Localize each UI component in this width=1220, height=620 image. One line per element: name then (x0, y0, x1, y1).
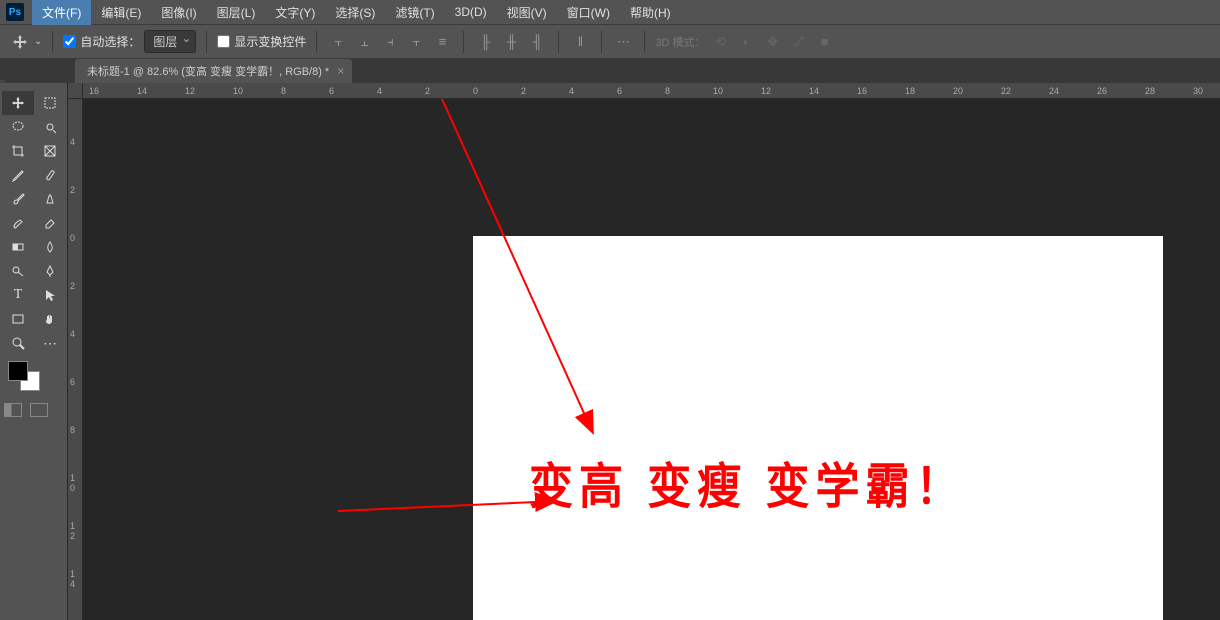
menu-select[interactable]: 选择(S) (325, 0, 385, 25)
roll-3d-icon: ◐ (736, 31, 758, 53)
transform-controls-label: 显示变换控件 (234, 33, 306, 50)
menu-edit[interactable]: 编辑(E) (91, 0, 151, 25)
rectangular-marquee-tool[interactable] (34, 91, 66, 115)
eyedropper-tool[interactable] (2, 163, 34, 187)
align-left-icon[interactable]: ⫟ (327, 31, 349, 53)
horizontal-ruler[interactable]: 161412108642024681012141618202224262830 (83, 83, 1220, 99)
auto-select-checkbox[interactable]: 自动选择： (63, 33, 140, 50)
distribute-middle-icon[interactable]: ╫ (500, 31, 522, 53)
menu-window[interactable]: 窗口(W) (557, 0, 620, 25)
canvas[interactable]: 变高 变瘦 变学霸！ (473, 236, 1163, 620)
slide-3d-icon: ⤢ (788, 31, 810, 53)
gradient-tool[interactable] (2, 235, 34, 259)
tab-bar: 未标题-1 @ 82.6% (变高 变瘦 变学霸！, RGB/8) * × (0, 59, 1220, 83)
type-tool[interactable]: T (2, 283, 34, 307)
lasso-tool[interactable] (2, 115, 34, 139)
align-middle-icon[interactable]: ≡ (431, 31, 453, 53)
blur-tool[interactable] (34, 235, 66, 259)
distribute-h-icon[interactable]: ‖ (569, 31, 591, 53)
auto-select-dropdown[interactable]: 图层 (144, 30, 196, 53)
ruler-corner (68, 83, 83, 99)
screen-mode-icon[interactable] (30, 403, 48, 417)
eraser-tool[interactable] (34, 211, 66, 235)
more-icon[interactable]: ⋯ (612, 31, 634, 53)
zoom-3d-icon: ■ (814, 31, 836, 53)
zoom-tool[interactable] (2, 331, 34, 355)
menu-file[interactable]: 文件(F) (32, 0, 91, 25)
menu-view[interactable]: 视图(V) (497, 0, 557, 25)
vertical-ruler[interactable]: 42024681 01 21 4 (68, 99, 83, 620)
edit-toolbar-icon[interactable]: ⋯ (34, 331, 66, 355)
rectangle-tool[interactable] (2, 307, 34, 331)
distribute-top-icon[interactable]: ╟ (474, 31, 496, 53)
brush-tool[interactable] (2, 187, 34, 211)
pen-tool[interactable] (34, 259, 66, 283)
canvas-area: 161412108642024681012141618202224262830 … (68, 83, 1220, 620)
transform-controls-checkbox[interactable]: 显示变换控件 (217, 33, 306, 50)
orbit-3d-icon: ⟲ (710, 31, 732, 53)
move-tool-icon[interactable] (8, 30, 32, 54)
color-swatches[interactable] (0, 357, 67, 397)
healing-brush-tool[interactable] (34, 163, 66, 187)
app-logo: Ps (6, 3, 24, 21)
document-tab-title: 未标题-1 @ 82.6% (变高 变瘦 变学霸！, RGB/8) * (87, 63, 329, 79)
close-tab-icon[interactable]: × (337, 64, 344, 78)
move-tool[interactable] (2, 91, 34, 115)
quick-mask-icon[interactable] (4, 403, 22, 417)
menu-help[interactable]: 帮助(H) (620, 0, 681, 25)
hand-tool[interactable] (34, 307, 66, 331)
viewport[interactable]: 变高 变瘦 变学霸！ (83, 99, 1220, 620)
dodge-tool[interactable] (2, 259, 34, 283)
align-center-h-icon[interactable]: ⫠ (353, 31, 375, 53)
tool-panel: T ⋯ (0, 83, 68, 620)
menu-image[interactable]: 图像(I) (151, 0, 206, 25)
menu-type[interactable]: 文字(Y) (265, 0, 325, 25)
pan-3d-icon: ✥ (762, 31, 784, 53)
crop-tool[interactable] (2, 139, 34, 163)
clone-stamp-tool[interactable] (34, 187, 66, 211)
history-brush-tool[interactable] (2, 211, 34, 235)
align-top-icon[interactable]: ⫟ (405, 31, 427, 53)
align-right-icon[interactable]: ⫞ (379, 31, 401, 53)
foreground-color-swatch[interactable] (8, 361, 28, 381)
canvas-text-layer[interactable]: 变高 变瘦 变学霸！ (529, 447, 965, 517)
menu-layer[interactable]: 图层(L) (207, 0, 266, 25)
frame-tool[interactable] (34, 139, 66, 163)
document-tab[interactable]: 未标题-1 @ 82.6% (变高 变瘦 变学霸！, RGB/8) * × (75, 59, 352, 83)
menubar: Ps 文件(F) 编辑(E) 图像(I) 图层(L) 文字(Y) 选择(S) 滤… (0, 0, 1220, 25)
path-selection-tool[interactable] (34, 283, 66, 307)
mode-3d-label: 3D 模式： (655, 34, 705, 50)
auto-select-label: 自动选择： (80, 33, 140, 50)
menu-3d[interactable]: 3D(D) (445, 1, 497, 23)
distribute-bottom-icon[interactable]: ╢ (526, 31, 548, 53)
chevron-down-icon[interactable]: ⌄ (34, 36, 42, 47)
options-bar: ⌄ 自动选择： 图层 显示变换控件 ⫟ ⫠ ⫞ ⫟ ≡ ╟ ╫ ╢ ‖ ⋯ 3D… (0, 25, 1220, 59)
quick-selection-tool[interactable] (34, 115, 66, 139)
menu-filter[interactable]: 滤镜(T) (385, 0, 444, 25)
